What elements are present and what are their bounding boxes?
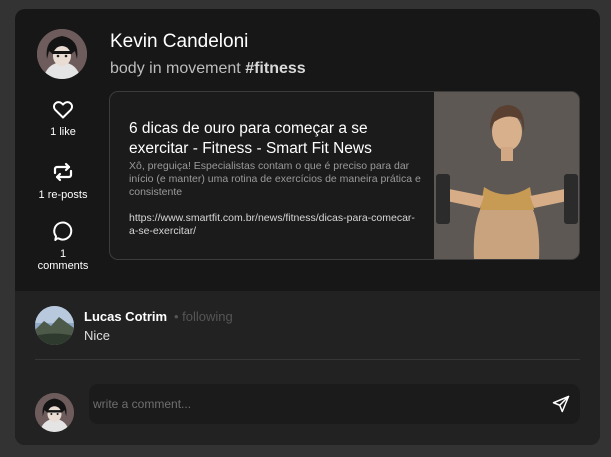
comments-section: Lucas Cotrim • following Nice <box>15 291 600 445</box>
link-preview-title[interactable]: 6 dicas de ouro para começar a se exerci… <box>129 119 419 159</box>
comments-button[interactable]: 1 comments <box>35 219 91 272</box>
comment-input-box <box>89 384 580 424</box>
send-icon[interactable] <box>551 394 571 414</box>
comments-count: 1 <box>59 248 67 260</box>
repost-button[interactable]: 1 re-posts <box>35 160 91 201</box>
comment-bubble-icon <box>53 221 73 241</box>
following-status: • following <box>174 309 233 324</box>
commenter-avatar[interactable] <box>35 306 74 345</box>
link-preview-url[interactable]: https://www.smartfit.com.br/news/fitness… <box>129 212 419 238</box>
post: Kevin Candeloni body in movement #fitnes… <box>15 9 600 291</box>
comment-text: Nice <box>84 328 111 343</box>
repost-count: 1 re-posts <box>38 189 88 201</box>
post-body: body in movement <box>110 60 241 77</box>
comment-author[interactable]: Lucas Cotrim <box>84 309 167 324</box>
link-preview-image[interactable] <box>434 92 579 259</box>
link-preview-description: Xô, preguiça! Especialistas contam o que… <box>129 160 421 198</box>
divider <box>35 359 580 360</box>
post-card: Kevin Candeloni body in movement #fitnes… <box>15 9 600 445</box>
like-button[interactable]: 1 like <box>35 97 91 138</box>
current-user-avatar[interactable] <box>35 393 74 432</box>
author-avatar[interactable] <box>37 29 87 79</box>
link-preview-card[interactable]: 6 dicas de ouro para começar a se exerci… <box>109 91 580 260</box>
repost-icon <box>53 162 73 182</box>
like-count: 1 like <box>50 126 76 138</box>
author-name[interactable]: Kevin Candeloni <box>110 31 248 53</box>
post-text: body in movement #fitness <box>110 60 306 78</box>
comments-label: comments <box>37 260 89 272</box>
comment-input[interactable] <box>93 384 533 424</box>
heart-icon <box>52 101 74 119</box>
hashtag[interactable]: #fitness <box>245 60 305 77</box>
